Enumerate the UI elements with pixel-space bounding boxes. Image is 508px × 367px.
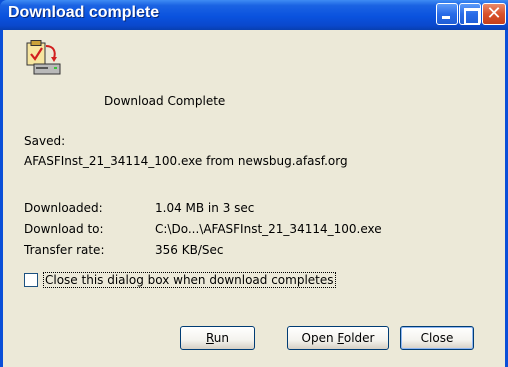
open-folder-label-pre: Open: [301, 331, 338, 345]
dialog-client-area: Download Complete Saved: AFASFInst_21_34…: [3, 30, 505, 367]
saved-value: AFASFInst_21_34114_100.exe from newsbug.…: [24, 154, 348, 168]
close-when-done-label[interactable]: Close this dialog box when download comp…: [43, 272, 336, 288]
transfer-rate-label: Transfer rate:: [24, 243, 105, 257]
download-complete-icon: [26, 40, 61, 75]
download-to-label: Download to:: [24, 222, 104, 236]
open-folder-label-rest: older: [343, 331, 375, 345]
run-button[interactable]: Run: [180, 326, 255, 350]
close-icon: ✕: [486, 3, 502, 24]
window-title: Download complete: [8, 4, 160, 21]
download-complete-headline: Download Complete: [104, 94, 226, 108]
title-bar[interactable]: Download complete ✕: [0, 0, 508, 30]
saved-label: Saved:: [24, 134, 66, 148]
close-when-done-checkbox[interactable]: [24, 273, 38, 287]
minimize-icon: [437, 4, 457, 24]
download-complete-dialog: Download complete ✕ Download Complete Sa…: [0, 0, 508, 367]
downloaded-value: 1.04 MB in 3 sec: [155, 201, 255, 215]
maximize-button[interactable]: [459, 3, 481, 25]
run-label-rest: un: [213, 331, 230, 345]
transfer-rate-value: 356 KB/Sec: [155, 243, 224, 257]
run-mnemonic: R: [205, 331, 214, 345]
maximize-icon: [460, 4, 480, 25]
download-to-value: C:\Do...\AFASFInst_21_34114_100.exe: [155, 222, 382, 236]
open-folder-button[interactable]: Open Folder: [287, 326, 389, 350]
close-window-button[interactable]: ✕: [482, 3, 506, 25]
close-button[interactable]: Close: [400, 326, 474, 350]
downloaded-label: Downloaded:: [24, 201, 103, 215]
minimize-button[interactable]: [436, 3, 458, 25]
